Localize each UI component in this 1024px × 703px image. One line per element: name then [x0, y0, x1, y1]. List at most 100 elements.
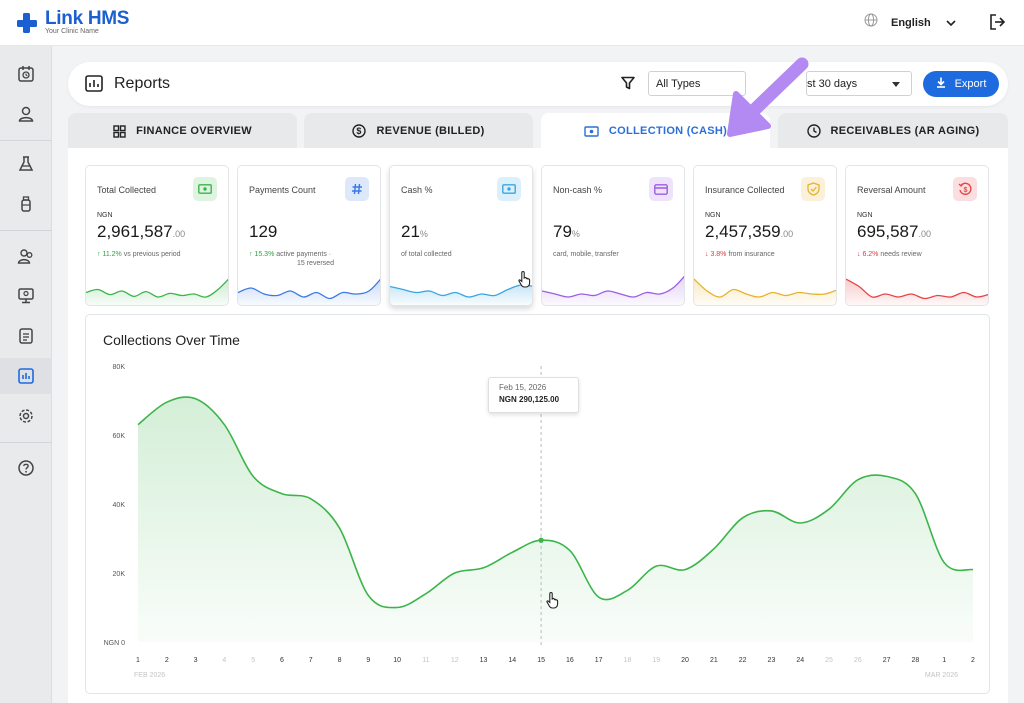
- sparkline-line: [694, 278, 836, 298]
- kpi-value: 129: [249, 222, 277, 242]
- x-tick-label: 2: [165, 657, 169, 664]
- kpi-value-main: 129: [249, 222, 278, 241]
- collection-panel: Total Collected NGN 2,961,587.00 ↑ 11.2%…: [68, 148, 1008, 703]
- kpi-note-text: vs previous period: [123, 251, 181, 258]
- chevron-down-icon: [946, 14, 956, 32]
- date-range-select[interactable]: st 30 days: [806, 71, 912, 96]
- export-label: Export: [954, 78, 987, 90]
- annotation-arrow-icon: [720, 52, 820, 147]
- kpi-value: 21%: [401, 222, 428, 242]
- clipboard-icon[interactable]: [0, 318, 52, 354]
- y-tick-label: 40K: [113, 502, 126, 509]
- chart-tooltip: Feb 15, 2026 NGN 290,125.00: [488, 377, 579, 413]
- flask-icon[interactable]: [0, 146, 52, 182]
- tab-label: COLLECTION (CASH): [608, 125, 728, 137]
- cash-icon: [497, 177, 521, 201]
- pointer-cursor-icon: [545, 591, 563, 614]
- undo-dollar-icon: $: [953, 177, 977, 201]
- kpi-value-decimals: %: [419, 229, 428, 239]
- gear-icon[interactable]: [0, 398, 52, 434]
- monitor-icon[interactable]: [0, 278, 52, 314]
- app-logo[interactable]: Link HMS Your Clinic Name: [16, 9, 129, 36]
- sparkline-area: [846, 279, 988, 305]
- sidebar: [0, 46, 52, 703]
- tab-revenue-billed[interactable]: $ REVENUE (BILLED): [304, 113, 533, 149]
- kpi-note: card, mobile, transfer: [553, 250, 619, 259]
- kpi-note: ↑ 11.2% vs previous period: [97, 250, 181, 259]
- kpi-sparkline: [846, 278, 988, 305]
- kpi-value: 2,961,587.00: [97, 222, 185, 242]
- kpi-trend: ↑ 11.2%: [97, 251, 122, 258]
- dollar-circle-icon: $: [352, 124, 367, 138]
- x-tick-label: 15: [537, 657, 545, 664]
- x-tick-label: 26: [854, 657, 862, 664]
- grid-icon: [113, 124, 126, 138]
- x-month-end-label: MAR 2026: [925, 672, 958, 679]
- kpi-value-decimals: .00: [172, 229, 186, 239]
- x-tick-label: 4: [222, 657, 226, 664]
- filter-icon[interactable]: [621, 76, 635, 95]
- x-tick-label: 24: [796, 657, 804, 664]
- logo-cross-icon: [16, 12, 38, 34]
- x-tick-label: 17: [595, 657, 603, 664]
- collections-chart[interactable]: NGN 020K40K60K80K1 2 3 4 5 6 7 8 9 10 11 12 13 14 15 16…: [86, 315, 991, 695]
- page-title: Reports: [114, 75, 171, 92]
- x-tick-label: 16: [566, 657, 574, 664]
- y-tick-label: 60K: [113, 433, 126, 440]
- kpi-card-insurance-collected[interactable]: Insurance Collected NGN 2,457,359.00 ↓ 3…: [693, 165, 837, 306]
- top-bar: Link HMS Your Clinic Name English: [0, 0, 1024, 46]
- x-tick-label: 25: [825, 657, 833, 664]
- hover-point: [538, 537, 544, 543]
- user-icon[interactable]: [0, 96, 52, 132]
- x-tick-label: 14: [508, 657, 516, 664]
- x-tick-label: 1: [136, 657, 140, 664]
- x-tick-label: 28: [912, 657, 920, 664]
- kpi-value: 79%: [553, 222, 580, 242]
- kpi-trend-value: 15.3%: [254, 251, 275, 258]
- x-tick-label: 11: [422, 657, 429, 664]
- card-icon: [649, 177, 673, 201]
- kpi-title: Total Collected: [97, 185, 157, 195]
- language-selector[interactable]: English: [864, 13, 956, 32]
- export-button[interactable]: Export: [923, 71, 999, 97]
- kpi-note-text: of total collected: [401, 251, 452, 258]
- kpi-value-decimals: .00: [918, 229, 931, 239]
- bottle-icon[interactable]: [0, 186, 52, 222]
- kpi-title: Reversal Amount: [857, 185, 926, 195]
- kpi-note-text: from insurance: [728, 251, 775, 258]
- tab-label: REVENUE (BILLED): [376, 125, 485, 137]
- kpi-card-payments-count[interactable]: Payments Count 129 ↑ 15.3% active paymen…: [237, 165, 381, 306]
- kpi-card-reversal-amount[interactable]: Reversal Amount $ NGN 695,587.00 ↓ 6.2% …: [845, 165, 989, 306]
- kpi-title: Non-cash %: [553, 185, 603, 195]
- reports-icon[interactable]: [0, 358, 52, 394]
- kpi-trend-value: 6.2%: [862, 251, 879, 258]
- kpi-value-main: 695,587: [857, 222, 919, 241]
- kpi-sparkline: [694, 278, 836, 305]
- help-icon[interactable]: [0, 450, 52, 486]
- kpi-currency: NGN: [705, 212, 721, 219]
- kpi-card-total-collected[interactable]: Total Collected NGN 2,961,587.00 ↑ 11.2%…: [85, 165, 229, 306]
- kpi-card-cash[interactable]: Cash % 21% of total collected: [389, 165, 533, 306]
- hash-icon: [345, 177, 369, 201]
- calendar-clock-icon[interactable]: [0, 56, 52, 92]
- cash-icon: [584, 125, 599, 137]
- language-label: English: [891, 16, 931, 29]
- x-tick-label: 10: [393, 657, 401, 664]
- download-icon: [936, 77, 946, 91]
- shield-check-icon: [801, 177, 825, 201]
- x-tick-label: 18: [624, 657, 632, 664]
- x-tick-label: 9: [366, 657, 370, 664]
- logout-icon[interactable]: [989, 14, 1006, 35]
- x-tick-label: 20: [681, 657, 689, 664]
- x-tick-label: 7: [309, 657, 313, 664]
- cash-icon: [193, 177, 217, 201]
- kpi-sparkline: [86, 278, 228, 305]
- users-icon[interactable]: [0, 238, 52, 274]
- x-tick-label: 22: [739, 657, 747, 664]
- svg-text:$: $: [357, 126, 362, 136]
- pointer-cursor-icon: [517, 270, 535, 293]
- collections-chart-card: Collections Over Time NGN 0 20K 40K 60K 80K 1…: [85, 314, 990, 694]
- tab-finance-overview[interactable]: FINANCE OVERVIEW: [68, 113, 297, 149]
- arrow-up-icon: ↑: [97, 251, 101, 258]
- kpi-card-non-cash[interactable]: Non-cash % 79% card, mobile, transfer: [541, 165, 685, 306]
